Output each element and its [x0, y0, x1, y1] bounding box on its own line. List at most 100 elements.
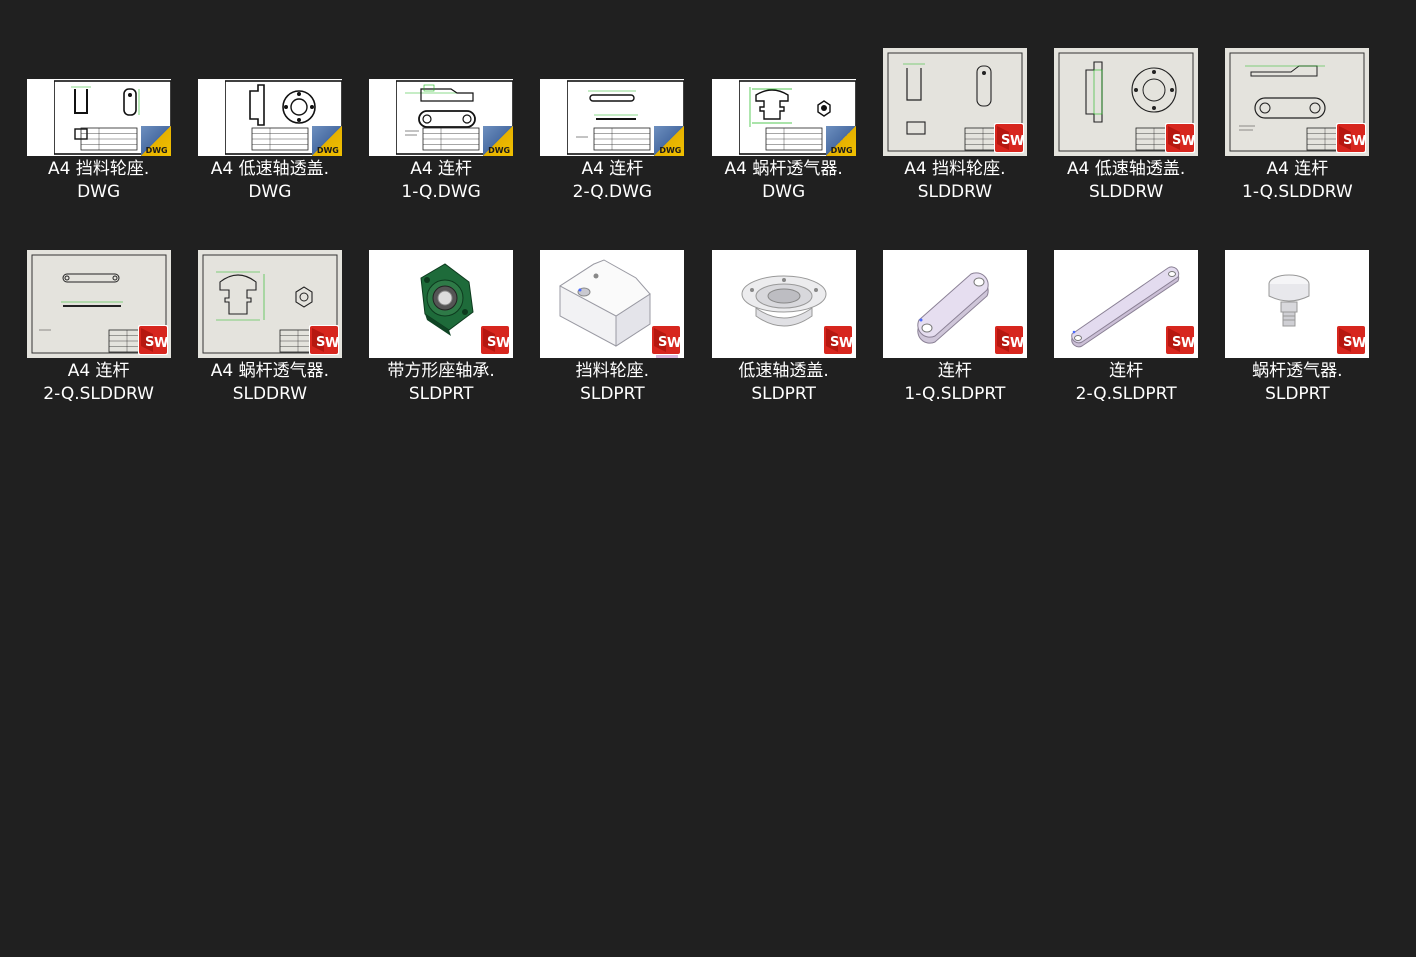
file-name-line-2: 2-Q.SLDPRT [1075, 384, 1177, 404]
svg-text:W: W [839, 336, 853, 351]
file-item[interactable]: S W 挡料轮座. SLDPRT [540, 250, 713, 438]
file-name-label: A4 低速轴透盖. DWG [195, 158, 345, 204]
file-item[interactable]: DWG A4 低速轴透盖. DWG [197, 48, 370, 236]
file-name-line-2: 2-Q.DWG [572, 182, 653, 202]
solidworks-badge-icon: S W [1336, 325, 1367, 355]
thumbnail-wrapper: S W [1054, 48, 1199, 156]
thumbnail-wrapper: DWG [711, 48, 856, 156]
file-item[interactable]: S W 低速轴透盖. SLDPRT [711, 250, 884, 438]
file-name-line-2: SLDPRT [408, 384, 474, 404]
dwg-badge-text: DWG [145, 146, 168, 155]
solidworks-drawing-icon[interactable]: S W [26, 250, 171, 358]
file-name-line-2: 2-Q.SLDDRW [43, 384, 154, 404]
solidworks-part-icon[interactable]: S W [540, 250, 685, 358]
dwg-file-icon[interactable]: DWG [369, 79, 514, 156]
file-name-line-2: SLDDRW [1088, 182, 1164, 202]
thumbnail-wrapper: S W [882, 250, 1027, 358]
thumbnail-wrapper: DWG [369, 48, 514, 156]
svg-text:W: W [325, 336, 339, 351]
solidworks-badge-icon: S W [822, 325, 853, 355]
svg-text:W: W [496, 336, 510, 351]
thumbnail-wrapper: S W [1054, 250, 1199, 358]
dwg-badge-icon: DWG [654, 126, 685, 156]
file-item[interactable]: S W A4 连杆 2-Q.SLDDRW [26, 250, 199, 438]
dwg-file-icon[interactable]: DWG [711, 79, 856, 156]
solidworks-badge-icon: S W [137, 325, 168, 355]
thumbnail-wrapper: S W [1225, 250, 1370, 358]
file-name-line-1: 蜗杆透气器. [1252, 361, 1343, 381]
dwg-file-icon[interactable]: DWG [540, 79, 685, 156]
file-row: S W A4 连杆 2-Q.SLDDRW S W A4 蜗杆透气器. SLDDRW … [26, 250, 1398, 438]
dwg-badge-text: DWG [488, 146, 511, 155]
file-row: DWG A4 挡料轮座. DWG DWG A4 低速轴透盖. DWG DWG A4 … [26, 48, 1398, 236]
solidworks-part-icon[interactable]: S W [882, 250, 1027, 358]
file-item[interactable]: S W A4 挡料轮座. SLDDRW [882, 48, 1055, 236]
file-name-line-1: A4 连杆 [67, 361, 130, 381]
file-item[interactable]: S W A4 蜗杆透气器. SLDDRW [197, 250, 370, 438]
svg-text:W: W [1181, 134, 1195, 149]
solidworks-badge-icon: S W [993, 325, 1024, 355]
file-name-label: A4 蜗杆透气器. DWG [709, 158, 859, 204]
file-item[interactable]: S W A4 连杆 1-Q.SLDDRW [1225, 48, 1398, 236]
solidworks-badge-icon: S W [1165, 325, 1195, 355]
solidworks-badge-icon: S W [1165, 123, 1195, 153]
file-item[interactable]: S W A4 低速轴透盖. SLDDRW [1054, 48, 1227, 236]
solidworks-part-icon[interactable]: S W [369, 250, 514, 358]
file-item[interactable]: DWG A4 连杆 1-Q.DWG [369, 48, 542, 236]
file-name-line-2: SLDDRW [917, 182, 993, 202]
solidworks-drawing-icon[interactable]: S W [882, 48, 1027, 156]
dwg-badge-icon: DWG [311, 126, 342, 156]
file-name-line-1: A4 蜗杆透气器. [724, 159, 843, 179]
file-name-line-2: SLDPRT [580, 384, 645, 404]
svg-text:W: W [667, 336, 681, 351]
solidworks-part-icon[interactable]: S W [1054, 250, 1199, 358]
file-name-line-1: A4 挡料轮座. [47, 159, 150, 179]
dwg-file-icon[interactable]: DWG [26, 79, 171, 156]
file-name-label: A4 挡料轮座. DWG [24, 158, 174, 204]
file-item[interactable]: DWG A4 蜗杆透气器. DWG [711, 48, 884, 236]
file-name-line-2: 1-Q.DWG [401, 182, 481, 202]
thumbnail-wrapper: S W [882, 48, 1027, 156]
file-name-line-1: 连杆 [937, 361, 972, 381]
thumbnail-wrapper: DWG [540, 48, 685, 156]
file-name-label: A4 连杆 1-Q.DWG [366, 158, 516, 204]
svg-text:S: S [658, 335, 667, 350]
file-name-line-1: A4 低速轴透盖. [210, 159, 329, 179]
svg-text:W: W [1181, 336, 1195, 351]
solidworks-part-icon[interactable]: S W [711, 250, 856, 358]
thumbnail-wrapper: S W [26, 250, 171, 358]
svg-text:S: S [145, 335, 154, 350]
dwg-badge-text: DWG [830, 146, 853, 155]
file-name-line-1: A4 连杆 [1266, 159, 1329, 179]
solidworks-drawing-icon[interactable]: S W [197, 250, 342, 358]
file-name-line-1: A4 低速轴透盖. [1066, 159, 1186, 179]
thumbnail-wrapper: DWG [197, 48, 342, 156]
solidworks-badge-icon: S W [1336, 123, 1367, 153]
file-name-line-2: DWG [762, 182, 806, 202]
svg-text:S: S [1343, 335, 1352, 350]
file-icon-grid: DWG A4 挡料轮座. DWG DWG A4 低速轴透盖. DWG DWG A4 … [26, 48, 1398, 438]
file-item[interactable]: S W 连杆 1-Q.SLDPRT [882, 250, 1055, 438]
dwg-badge-text: DWG [659, 146, 682, 155]
solidworks-drawing-icon[interactable]: S W [1054, 48, 1199, 156]
file-name-line-2: DWG [77, 182, 121, 202]
file-name-label: 连杆 2-Q.SLDPRT [1051, 360, 1201, 406]
solidworks-drawing-icon[interactable]: S W [1225, 48, 1370, 156]
solidworks-badge-icon: S W [308, 325, 339, 355]
file-item[interactable]: DWG A4 挡料轮座. DWG [26, 48, 199, 236]
file-name-line-1: A4 连杆 [410, 159, 473, 179]
file-item[interactable]: DWG A4 连杆 2-Q.DWG [540, 48, 713, 236]
file-name-line-2: SLDDRW [232, 384, 308, 404]
file-name-line-1: A4 挡料轮座. [904, 159, 1006, 179]
file-name-line-2: SLDPRT [1265, 384, 1330, 404]
file-name-line-2: 1-Q.SLDDRW [1242, 182, 1353, 202]
thumbnail-wrapper: DWG [26, 48, 171, 156]
solidworks-part-icon[interactable]: S W [1225, 250, 1370, 358]
file-name-line-2: SLDPRT [751, 384, 816, 404]
file-item[interactable]: S W 蜗杆透气器. SLDPRT [1225, 250, 1398, 438]
dwg-badge-icon: DWG [825, 126, 856, 156]
file-item[interactable]: S W 带方形座轴承. SLDPRT [369, 250, 542, 438]
file-item[interactable]: S W 连杆 2-Q.SLDPRT [1054, 250, 1227, 438]
file-name-label: A4 低速轴透盖. SLDDRW [1051, 158, 1201, 204]
dwg-file-icon[interactable]: DWG [197, 79, 342, 156]
